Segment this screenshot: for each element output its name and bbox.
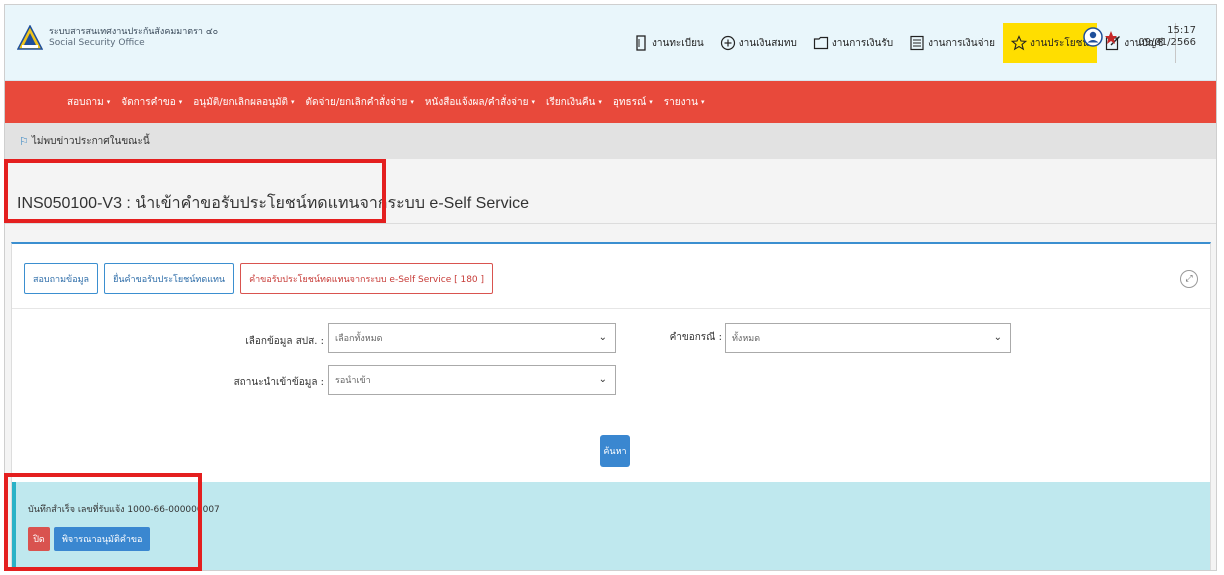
nav-contribution-label: งานเงินสมทบ <box>738 37 797 49</box>
user-avatar-icon[interactable] <box>1083 27 1103 47</box>
menu-cut-payment-label: ตัดจ่าย/ยกเลิกคำสั่งจ่าย <box>305 96 408 108</box>
org-subtitle: Social Security Office <box>49 38 145 48</box>
menu-cut-payment[interactable]: ตัดจ่าย/ยกเลิกคำสั่งจ่าย ▾ <box>306 95 414 110</box>
menu-notification-letter[interactable]: หนังสือแจ้งผล/คำสั่งจ่าย ▾ <box>425 95 535 110</box>
sso-logo-icon <box>17 25 43 50</box>
case-label: คำขอกรณี : <box>669 332 722 343</box>
tab-inquiry[interactable]: สอบถามข้อมูล <box>24 263 99 294</box>
menu-report-label: รายงาน <box>663 96 698 108</box>
menu-manage-request-label: จัดการคำขอ <box>121 96 176 108</box>
chevron-down-icon: ▾ <box>649 98 653 106</box>
plus-circle-icon <box>720 35 735 51</box>
chevron-down-icon: ⌄ <box>598 332 607 343</box>
nav-register-label: งานทะเบียน <box>652 37 704 49</box>
chevron-down-icon: ⌄ <box>993 332 1002 343</box>
expand-icon[interactable]: ⤢ <box>1180 270 1198 288</box>
org-name: ระบบสารสนเทศงานประกันสังคมมาตรา ๔๐ <box>49 27 219 37</box>
menu-appeal-label: อุทธรณ์ <box>612 96 647 108</box>
status-select[interactable]: รอนำเข้า ⌄ <box>328 365 616 395</box>
menu-manage-request[interactable]: จัดการคำขอ ▾ <box>121 95 182 110</box>
chevron-down-icon: ▾ <box>531 98 536 106</box>
nav-payment-label: งานการเงินจ่าย <box>928 37 995 49</box>
office-select[interactable]: เลือกทั้งหมด ⌄ <box>328 323 616 353</box>
nav-contribution[interactable]: งานเงินสมทบ <box>712 23 805 63</box>
main-menu: สอบถาม ▾ จัดการคำขอ ▾ อนุมัติ/ยกเลิกผลอนุม… <box>5 81 1216 123</box>
nav-benefit-label: งานประโยชน์ <box>1029 37 1090 49</box>
menu-refund[interactable]: เรียกเงินคืน ▾ <box>546 95 602 110</box>
chevron-down-icon: ▾ <box>291 98 295 106</box>
office-label: เลือกข้อมูล สปส. : <box>245 336 324 347</box>
announcement-bar: ⚐ ไม่พบข่าวประกาศในขณะนี้ <box>5 123 1216 159</box>
title-divider <box>5 223 1216 224</box>
clock: 15:17 09/01/2566 <box>1126 25 1196 49</box>
office-select-value: เลือกทั้งหมด <box>335 334 383 344</box>
tab-bar: สอบถามข้อมูล ยื่นคำขอรับประโยชน์ทดแทน คำ… <box>24 263 494 294</box>
menu-report[interactable]: รายงาน ▾ <box>664 95 705 110</box>
chevron-down-icon: ▾ <box>106 98 111 106</box>
nav-payment[interactable]: งานการเงินจ่าย <box>901 23 1003 63</box>
status-select-value: รอนำเข้า <box>335 376 371 386</box>
menu-approve[interactable]: อนุมัติ/ยกเลิกผลอนุมัติ ▾ <box>193 95 294 110</box>
menu-inquiry-label: สอบถาม <box>67 96 104 108</box>
chevron-down-icon: ▾ <box>178 98 183 106</box>
menu-refund-label: เรียกเงินคืน <box>546 96 596 108</box>
alert-highlight-box <box>4 473 202 571</box>
top-header: ระบบสารสนเทศงานประกันสังคมมาตรา ๔๐ Socia… <box>5 5 1216 81</box>
case-select[interactable]: ทั้งหมด ⌄ <box>725 323 1011 353</box>
menu-appeal[interactable]: อุทธรณ์ ▾ <box>613 95 653 110</box>
chevron-down-icon: ▾ <box>410 98 414 106</box>
tab-submit-request[interactable]: ยื่นคำขอรับประโยชน์ทดแทน <box>104 263 235 294</box>
panel-divider <box>12 308 1210 309</box>
register-icon <box>636 35 646 51</box>
nav-register[interactable]: งานทะเบียน <box>625 23 712 63</box>
menu-notification-letter-label: หนังสือแจ้งผล/คำสั่งจ่าย <box>424 96 529 108</box>
calculator-icon <box>910 35 924 51</box>
nav-receipt[interactable]: งานการเงินรับ <box>805 23 901 63</box>
chevron-down-icon: ▾ <box>598 98 602 106</box>
announcement-text: ไม่พบข่าวประกาศในขณะนี้ <box>31 135 150 147</box>
clock-date: 09/01/2566 <box>1138 37 1196 48</box>
chevron-down-icon: ⌄ <box>598 374 607 385</box>
nav-receipt-label: งานการเงินรับ <box>831 37 894 49</box>
flag-icon: ⚐ <box>19 134 29 148</box>
notification-flag-icon[interactable] <box>1104 30 1118 46</box>
org-brand: ระบบสารสนเทศงานประกันสังคมมาตรา ๔๐ Socia… <box>49 27 218 49</box>
menu-inquiry[interactable]: สอบถาม ▾ <box>67 95 110 110</box>
case-select-value: ทั้งหมด <box>732 334 761 344</box>
search-button[interactable]: ค้นหา <box>600 435 630 467</box>
chevron-down-icon: ▾ <box>700 98 705 106</box>
tab-eservice-requests[interactable]: คำขอรับประโยชน์ทดแทนจากระบบ e-Self Servi… <box>240 263 494 294</box>
title-highlight-box <box>4 159 386 223</box>
menu-approve-label: อนุมัติ/ยกเลิกผลอนุมัติ <box>193 96 289 108</box>
star-icon <box>1010 35 1027 51</box>
clock-time: 15:17 <box>1167 25 1196 36</box>
folder-icon <box>813 36 828 50</box>
status-label: สถานะนำเข้าข้อมูล : <box>233 377 324 388</box>
